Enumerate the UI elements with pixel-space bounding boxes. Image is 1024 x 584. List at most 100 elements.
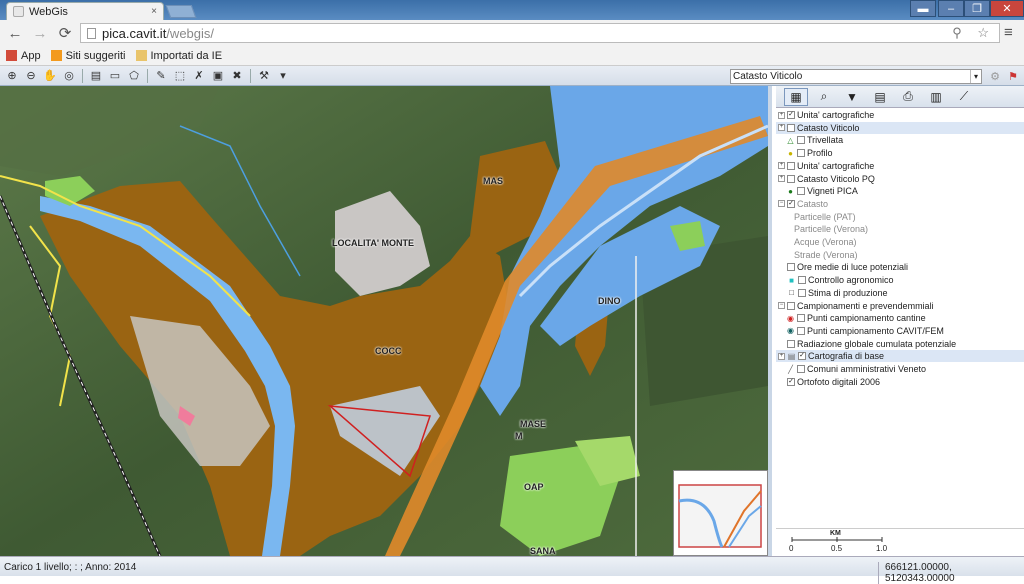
layer-row[interactable]: □ Stima di produzione: [776, 287, 1024, 299]
window-user-button[interactable]: ▬: [910, 0, 936, 17]
layer-legend-icon: △: [787, 135, 794, 145]
layer-row[interactable]: △ Trivellata: [776, 134, 1024, 146]
layer-checkbox[interactable]: [787, 123, 795, 132]
scale-bar-label-05: 0.5: [831, 544, 843, 553]
layer-row[interactable]: + ✓ Unita' cartografiche: [776, 109, 1024, 121]
print-tab-icon[interactable]: ⎙: [896, 88, 920, 106]
erase-icon[interactable]: ✗: [190, 68, 208, 84]
layer-row[interactable]: ● Profilo: [776, 147, 1024, 159]
window-maximize-button[interactable]: ❐: [964, 0, 990, 17]
collapse-icon[interactable]: −: [778, 302, 785, 309]
favicon-icon: [13, 6, 24, 17]
expand-icon[interactable]: +: [778, 175, 785, 182]
reload-icon[interactable]: ⟳: [55, 23, 75, 43]
layer-checkbox[interactable]: [797, 136, 805, 145]
layer-checkbox[interactable]: ✓: [798, 352, 806, 361]
bookmark-item[interactable]: Siti suggeriti: [50, 50, 126, 62]
layer-info-icon[interactable]: ▤: [87, 68, 105, 84]
delete-icon[interactable]: ✖: [228, 68, 246, 84]
browser-title-bar: WebGis × ▬ – ❐ ✕: [0, 0, 1024, 20]
layer-row[interactable]: Acque (Verona): [776, 236, 1024, 248]
layer-row[interactable]: ● Vigneti PICA: [776, 185, 1024, 197]
layer-checkbox[interactable]: [787, 339, 795, 348]
chart-tab-icon[interactable]: ▥: [924, 88, 948, 106]
layer-checkbox[interactable]: ✓: [787, 377, 795, 386]
tooltip-icon[interactable]: ▭: [106, 68, 124, 84]
new-tab-button[interactable]: [165, 5, 197, 18]
layer-row[interactable]: Ore medie di luce potenziali: [776, 261, 1024, 273]
settings-gear-icon[interactable]: ⚙: [986, 68, 1004, 84]
layer-row[interactable]: + Catasto Viticolo: [776, 121, 1024, 134]
draw-line-icon[interactable]: ✎: [152, 68, 170, 84]
filter-tab-icon[interactable]: ▼: [840, 88, 864, 106]
browser-menu-icon[interactable]: ≡: [1004, 24, 1013, 41]
layer-checkbox[interactable]: ✓: [787, 111, 795, 119]
layer-checkbox[interactable]: [797, 365, 805, 373]
map-label-dino: DINO: [598, 296, 621, 306]
bookmark-item[interactable]: App: [6, 50, 41, 62]
browser-tab[interactable]: WebGis ×: [6, 2, 164, 20]
layer-checkbox[interactable]: [797, 187, 805, 196]
layers-tab-icon[interactable]: ▦: [784, 87, 808, 106]
expand-icon[interactable]: +: [778, 162, 785, 170]
layer-row[interactable]: ◉ Punti campionamento cantine: [776, 312, 1024, 324]
window-close-button[interactable]: ✕: [990, 0, 1024, 17]
pan-hand-icon[interactable]: ✋: [41, 68, 59, 84]
layer-checkbox[interactable]: [798, 288, 806, 297]
layer-row[interactable]: − Campionamenti e prevendemmiali: [776, 300, 1024, 312]
layer-legend-icon: ╱: [788, 364, 793, 374]
coordinates-readout: 666121.00000, 5120343.00000: [878, 562, 1024, 584]
save-icon[interactable]: ▣: [209, 68, 227, 84]
layer-checkbox[interactable]: [797, 149, 805, 158]
zoom-out-icon[interactable]: ⊖: [22, 68, 40, 84]
expand-icon[interactable]: +: [778, 124, 785, 132]
layer-checkbox[interactable]: [787, 301, 795, 310]
map-label-mase: MASE: [520, 419, 547, 429]
select-polygon-icon[interactable]: ⬠: [125, 68, 143, 84]
layer-row[interactable]: ◉ Punti campionamento CAVIT/FEM: [776, 325, 1024, 337]
layer-checkbox[interactable]: [798, 276, 806, 285]
layer-select[interactable]: Catasto Viticolo ▾: [730, 69, 982, 84]
expand-icon[interactable]: +: [778, 111, 785, 119]
layer-checkbox[interactable]: [787, 263, 795, 272]
layer-row[interactable]: Radiazione globale cumulata potenziale: [776, 338, 1024, 350]
overview-map[interactable]: [673, 470, 768, 556]
back-arrow-icon[interactable]: ←: [5, 23, 25, 43]
layer-checkbox[interactable]: [797, 326, 805, 335]
forward-arrow-icon[interactable]: →: [30, 23, 50, 43]
layer-row[interactable]: ■ Controllo agronomico: [776, 274, 1024, 286]
bookmark-item[interactable]: Importati da IE: [135, 50, 222, 62]
layer-row[interactable]: + ▤ ✓ Cartografia di base: [776, 350, 1024, 363]
search-tab-icon[interactable]: ⌕: [812, 88, 836, 106]
layer-checkbox[interactable]: [787, 174, 795, 183]
measure-icon[interactable]: ⚒: [255, 68, 273, 84]
map-label-oap: OAP: [524, 482, 544, 492]
flag-icon[interactable]: ⚑: [1004, 68, 1022, 84]
draw-shape-icon[interactable]: ⬚: [171, 68, 189, 84]
layer-row[interactable]: ✓ Ortofoto digitali 2006: [776, 376, 1024, 388]
layer-row[interactable]: + Catasto Viticolo PQ: [776, 173, 1024, 185]
layer-row[interactable]: Strade (Verona): [776, 249, 1024, 261]
zoom-in-icon[interactable]: ⊕: [3, 68, 21, 84]
zoom-extent-icon[interactable]: ◎: [60, 68, 78, 84]
layer-row[interactable]: − ✓ Catasto: [776, 198, 1024, 210]
layer-checkbox[interactable]: [787, 161, 795, 170]
layer-row[interactable]: Particelle (PAT): [776, 211, 1024, 223]
layer-row[interactable]: ╱ Comuni amministrativi Veneto: [776, 363, 1024, 375]
window-minimize-button[interactable]: –: [938, 0, 964, 17]
search-star-icon[interactable]: ⚲ ☆: [952, 25, 995, 41]
tab-close-icon[interactable]: ×: [151, 6, 157, 17]
collapse-icon[interactable]: −: [778, 200, 785, 208]
profile-tab-icon[interactable]: ⟋: [952, 88, 976, 106]
expand-icon[interactable]: +: [778, 352, 785, 360]
layer-checkbox[interactable]: ✓: [787, 199, 795, 208]
layer-row[interactable]: Particelle (Verona): [776, 223, 1024, 235]
measure-dropdown-icon[interactable]: ▾: [274, 68, 292, 84]
layer-label: Particelle (PAT): [794, 211, 856, 222]
address-bar[interactable]: pica.cavit.it/webgis/ ⚲ ☆: [80, 23, 1000, 43]
layer-checkbox[interactable]: [797, 314, 805, 323]
map-canvas[interactable]: LOCALITA' MONTE MAS DINO COCC MASE M OAP…: [0, 86, 768, 556]
layer-row[interactable]: + Unita' cartografiche: [776, 160, 1024, 172]
layer-legend-icon: □: [789, 288, 794, 298]
table-tab-icon[interactable]: ▤: [868, 88, 892, 106]
